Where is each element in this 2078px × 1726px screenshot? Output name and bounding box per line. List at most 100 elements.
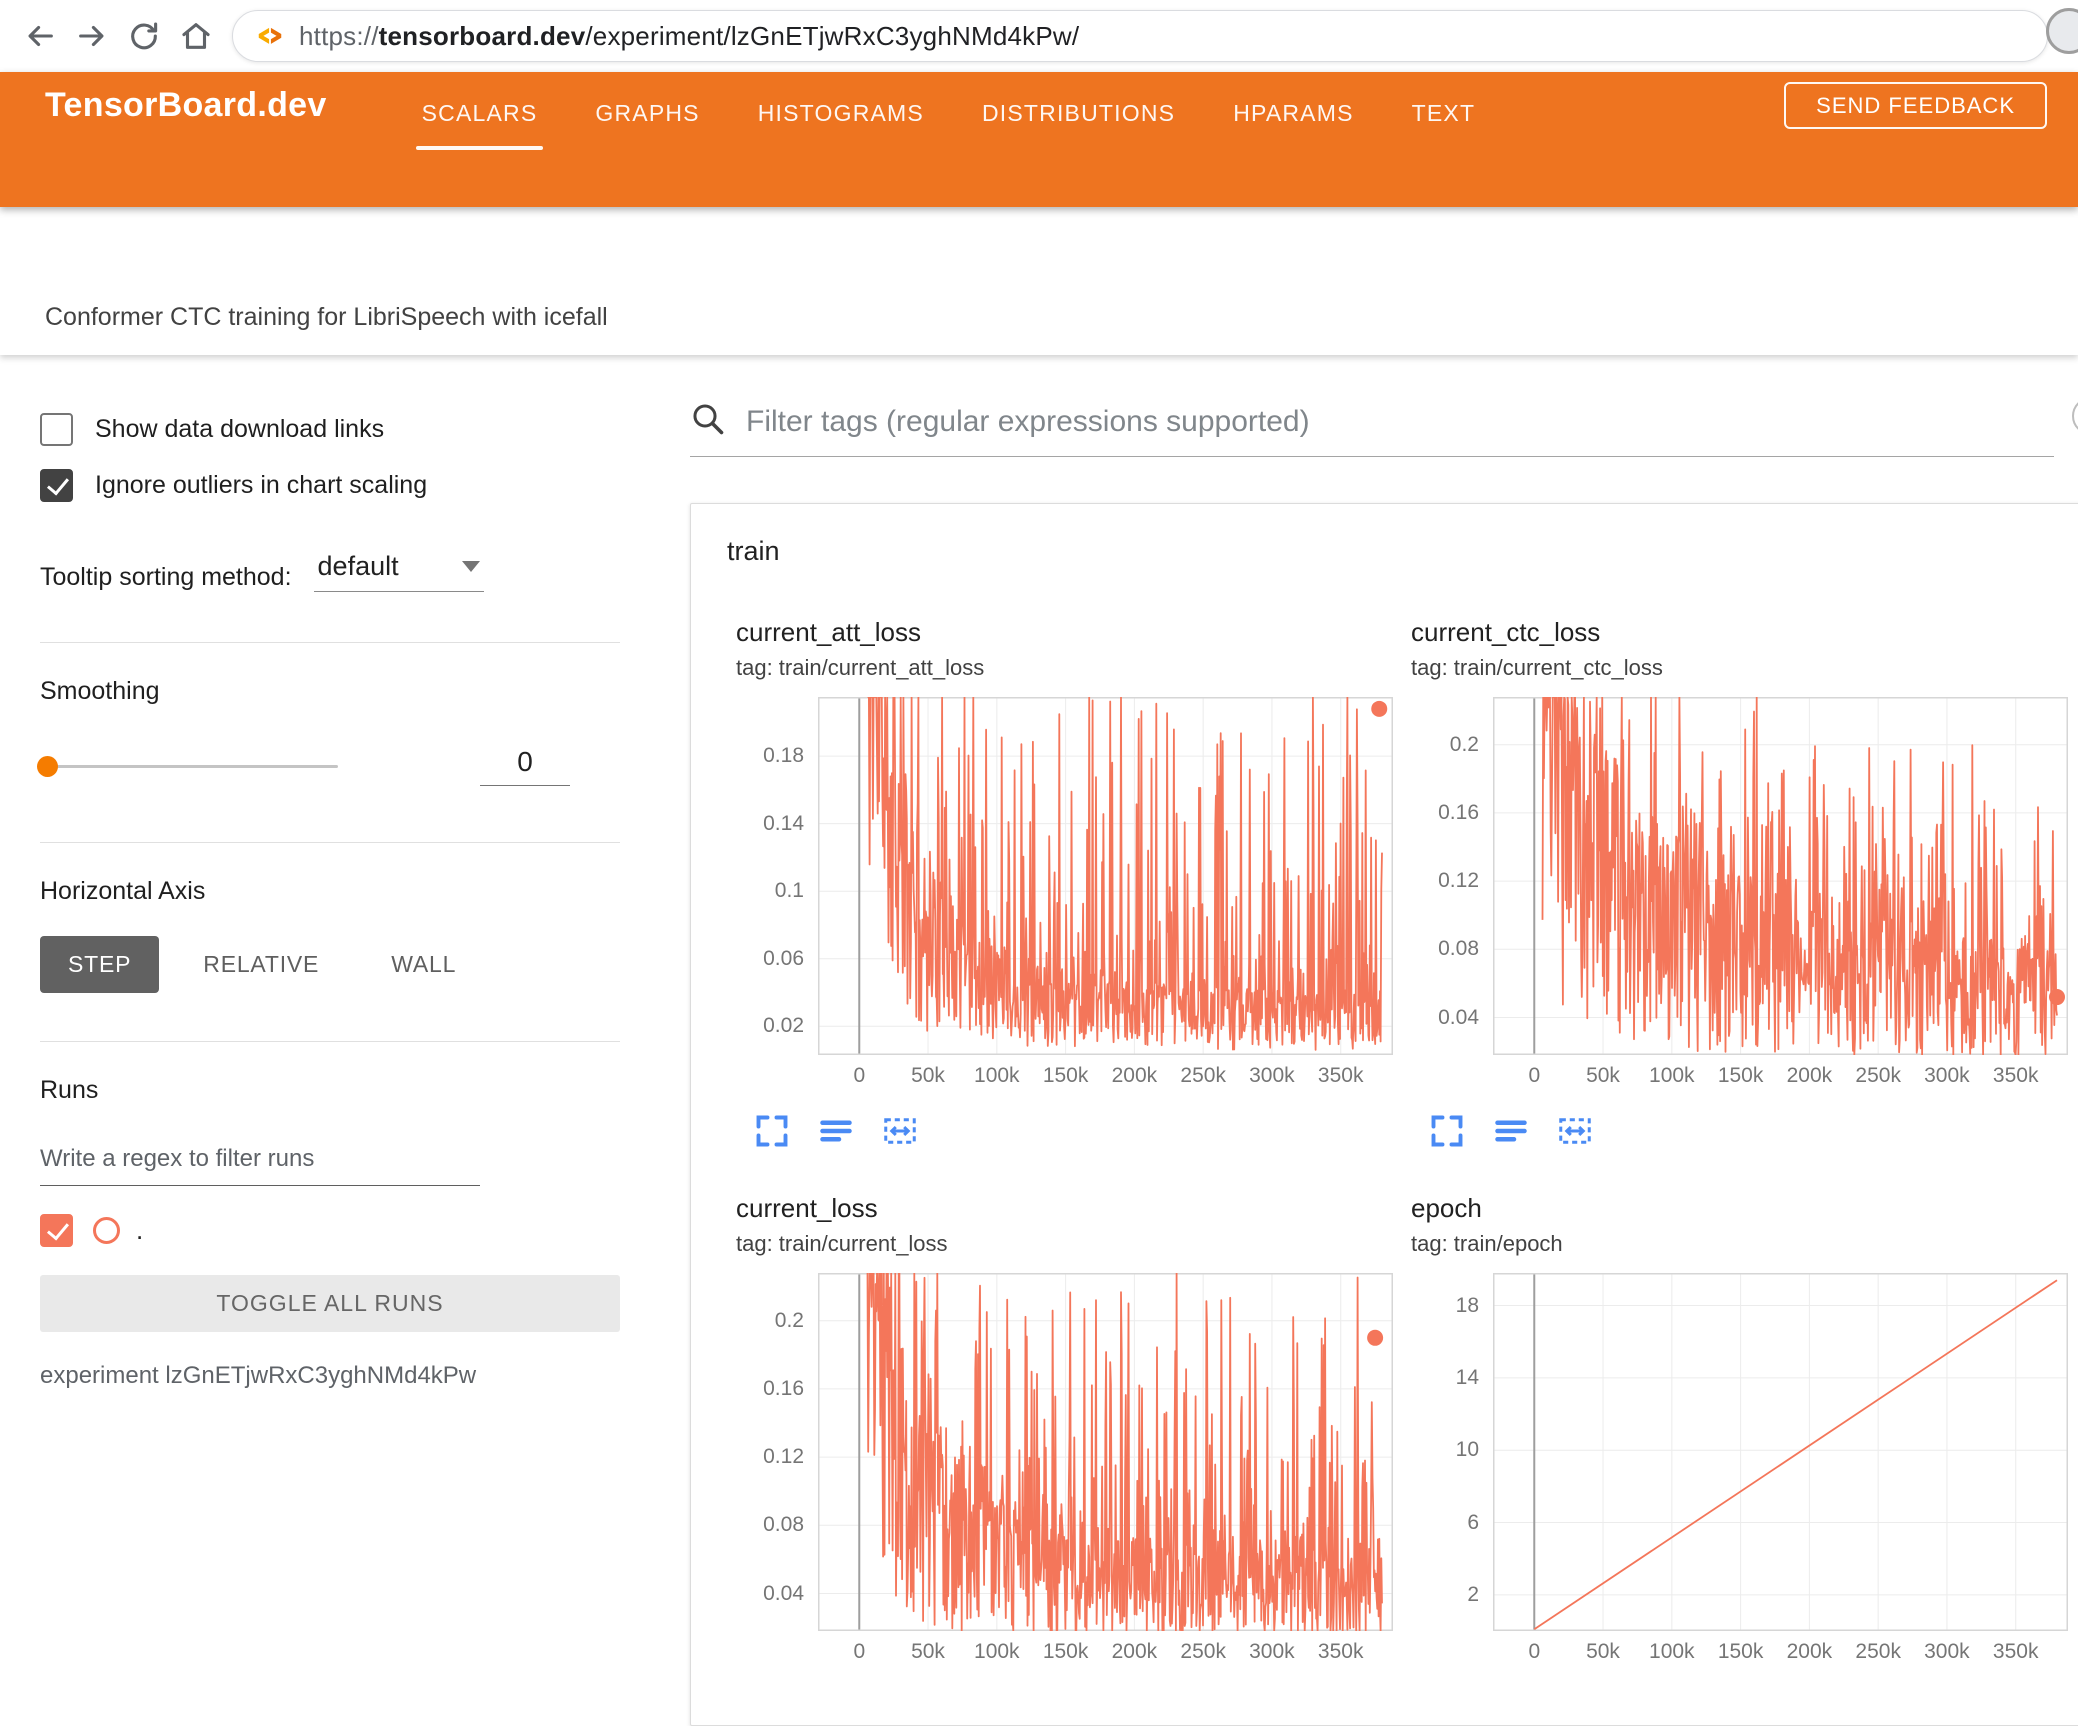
smoothing-row: 0 [37,746,620,786]
y-tick-label: 0.08 [1438,937,1479,961]
toggle-log-scale-icon[interactable] [1493,1113,1529,1149]
tab-histograms[interactable]: HISTOGRAMS [758,72,924,126]
x-tick-label: 300k [1924,1064,1970,1087]
tab-text[interactable]: TEXT [1412,72,1476,126]
latest-point-marker [1371,700,1388,717]
fit-domain-icon[interactable] [882,1113,918,1149]
divider [40,1041,620,1042]
tab-graphs[interactable]: GRAPHS [595,72,699,126]
browser-profile-avatar[interactable] [2046,8,2078,54]
latest-point-marker [1367,1329,1384,1346]
url-domain: tensorboard.dev [378,20,586,51]
x-axis-labels: 0 50k 100k 150k 200k 250k 300k 350k [818,1055,1393,1089]
reload-icon[interactable] [118,10,170,62]
forward-icon[interactable] [66,10,118,62]
back-icon[interactable] [14,10,66,62]
y-tick-label: 0.08 [763,1513,804,1537]
chart-plot[interactable] [1493,1273,2068,1631]
x-tick-label: 350k [1317,1064,1364,1087]
x-tick-label: 200k [1786,1064,1833,1087]
divider [40,642,620,643]
help-icon[interactable] [2072,397,2078,435]
x-tick-label: 350k [1317,1640,1364,1663]
tooltip-sorting-value: default [317,551,399,581]
y-tick-label: 0.02 [763,1014,804,1038]
app-logo[interactable]: TensorBoard.dev [45,86,327,125]
tooltip-sorting-row: Tooltip sorting method: default [40,551,620,592]
x-tick-label: 50k [911,1064,945,1087]
ignore-outliers-row[interactable]: Ignore outliers in chart scaling [40,469,620,502]
experiment-id-label: experiment lzGnETjwRxC3yghNMd4kPw [40,1362,477,1389]
x-tick-label: 200k [1111,1640,1158,1663]
y-tick-label: 0.12 [1438,869,1479,893]
chart-current_att_loss: current_att_loss tag: train/current_att_l… [736,617,1411,1149]
url-scheme: https:// [299,20,379,51]
main-panel: train current_att_loss tag: train/current… [660,355,2078,1726]
x-tick-label: 150k [1042,1064,1089,1087]
charts-grid: current_att_loss tag: train/current_att_l… [691,617,2078,1665]
address-bar[interactable]: https://tensorboard.dev/experiment/lzGnE… [232,10,2048,62]
plot-row: 0.04 0.08 0.12 0.16 0.2 [1411,697,2071,1055]
y-tick-label: 0.1 [774,879,804,903]
chart-title: current_att_loss [736,617,921,647]
y-tick-label: 0.2 [1449,732,1479,756]
horizontal-axis-options: STEP RELATIVE WALL [40,936,620,993]
x-tick-label: 100k [974,1640,1020,1663]
runs-filter-input[interactable] [40,1141,480,1186]
axis-option-wall[interactable]: WALL [363,936,484,993]
y-tick-label: 14 [1455,1365,1479,1389]
tab-distributions[interactable]: DISTRIBUTIONS [982,72,1175,126]
expand-chart-icon[interactable] [754,1113,790,1149]
x-tick-label: 50k [1586,1064,1620,1087]
chart-plot[interactable] [818,697,1393,1055]
axis-option-relative[interactable]: RELATIVE [175,936,347,993]
tab-hparams[interactable]: HPARAMS [1233,72,1353,126]
x-axis-labels: 0 50k 100k 150k 200k 250k 300k 350k [1493,1055,2068,1089]
smoothing-slider-knob[interactable] [37,755,58,777]
smoothing-value-input[interactable]: 0 [480,746,570,786]
x-tick-label: 350k [1992,1064,2039,1087]
y-axis-labels: 2 6 10 14 18 [1411,1273,1493,1631]
run-checkbox[interactable] [40,1214,73,1247]
y-tick-label: 0.04 [763,1581,804,1605]
x-tick-label: 50k [1586,1640,1620,1663]
search-icon [690,401,726,442]
x-tick-label: 150k [1042,1640,1089,1663]
x-tick-label: 250k [1180,1640,1226,1663]
smoothing-slider[interactable] [37,755,338,777]
y-axis-labels: 0.04 0.08 0.12 0.16 0.2 [1411,697,1493,1055]
chart-toolbar [754,1113,1411,1149]
expand-chart-icon[interactable] [1429,1113,1465,1149]
chart-title: epoch [1411,1193,1482,1223]
x-tick-label: 200k [1111,1064,1158,1087]
send-feedback-button[interactable]: SEND FEEDBACK [1784,82,2047,129]
x-tick-label: 300k [1924,1640,1970,1663]
tab-scalars[interactable]: SCALARS [415,72,544,150]
chart-tag: tag: train/current_ctc_loss [1411,655,1663,680]
chart-plot[interactable] [1493,697,2068,1055]
filter-tags-input[interactable] [744,403,2054,440]
show-download-links-checkbox[interactable] [40,413,73,446]
x-tick-label: 150k [1717,1640,1764,1663]
x-tick-label: 300k [1249,1640,1295,1663]
show-download-links-row[interactable]: Show data download links [40,413,620,446]
chart-plot[interactable] [818,1273,1393,1631]
url-text: https://tensorboard.dev/experiment/lzGnE… [299,21,1079,52]
x-tick-label: 300k [1249,1064,1295,1087]
run-section-title[interactable]: train [691,504,2078,617]
chart-toolbar [1429,1113,2071,1149]
y-tick-label: 2 [1467,1582,1479,1606]
fit-domain-icon[interactable] [1557,1113,1593,1149]
run-row[interactable]: . [40,1214,620,1247]
y-tick-label: 0.04 [1438,1005,1479,1029]
ignore-outliers-checkbox[interactable] [40,469,73,502]
tooltip-sorting-dropdown[interactable]: default [313,551,484,592]
home-icon[interactable] [170,10,222,62]
smoothing-label: Smoothing [40,677,160,705]
chart-epoch: epoch tag: train/epoch 2 6 10 14 18 0 50k 100k 150… [1411,1193,2071,1665]
toggle-log-scale-icon[interactable] [818,1113,854,1149]
tensorboard-favicon [255,19,285,54]
toggle-all-runs-button[interactable]: TOGGLE ALL RUNS [40,1275,620,1332]
axis-option-step[interactable]: STEP [40,936,160,993]
ignore-outliers-label: Ignore outliers in chart scaling [95,471,428,499]
